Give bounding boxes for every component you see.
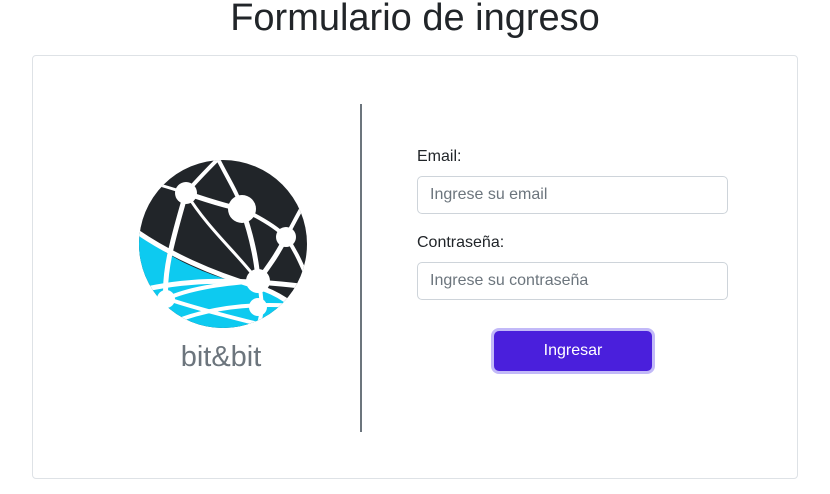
brand-name: bit&bit xyxy=(180,341,262,373)
login-card: bit&bit Email: Contraseña: Ingresar xyxy=(32,55,798,479)
vertical-divider xyxy=(360,104,362,432)
email-field[interactable] xyxy=(417,176,728,214)
globe-network-icon xyxy=(139,160,307,328)
email-label: Email: xyxy=(417,148,462,165)
login-button[interactable]: Ingresar xyxy=(494,331,652,371)
page-title: Formulario de ingreso xyxy=(230,0,600,39)
password-field[interactable] xyxy=(417,262,728,300)
password-label: Contraseña: xyxy=(417,234,505,251)
